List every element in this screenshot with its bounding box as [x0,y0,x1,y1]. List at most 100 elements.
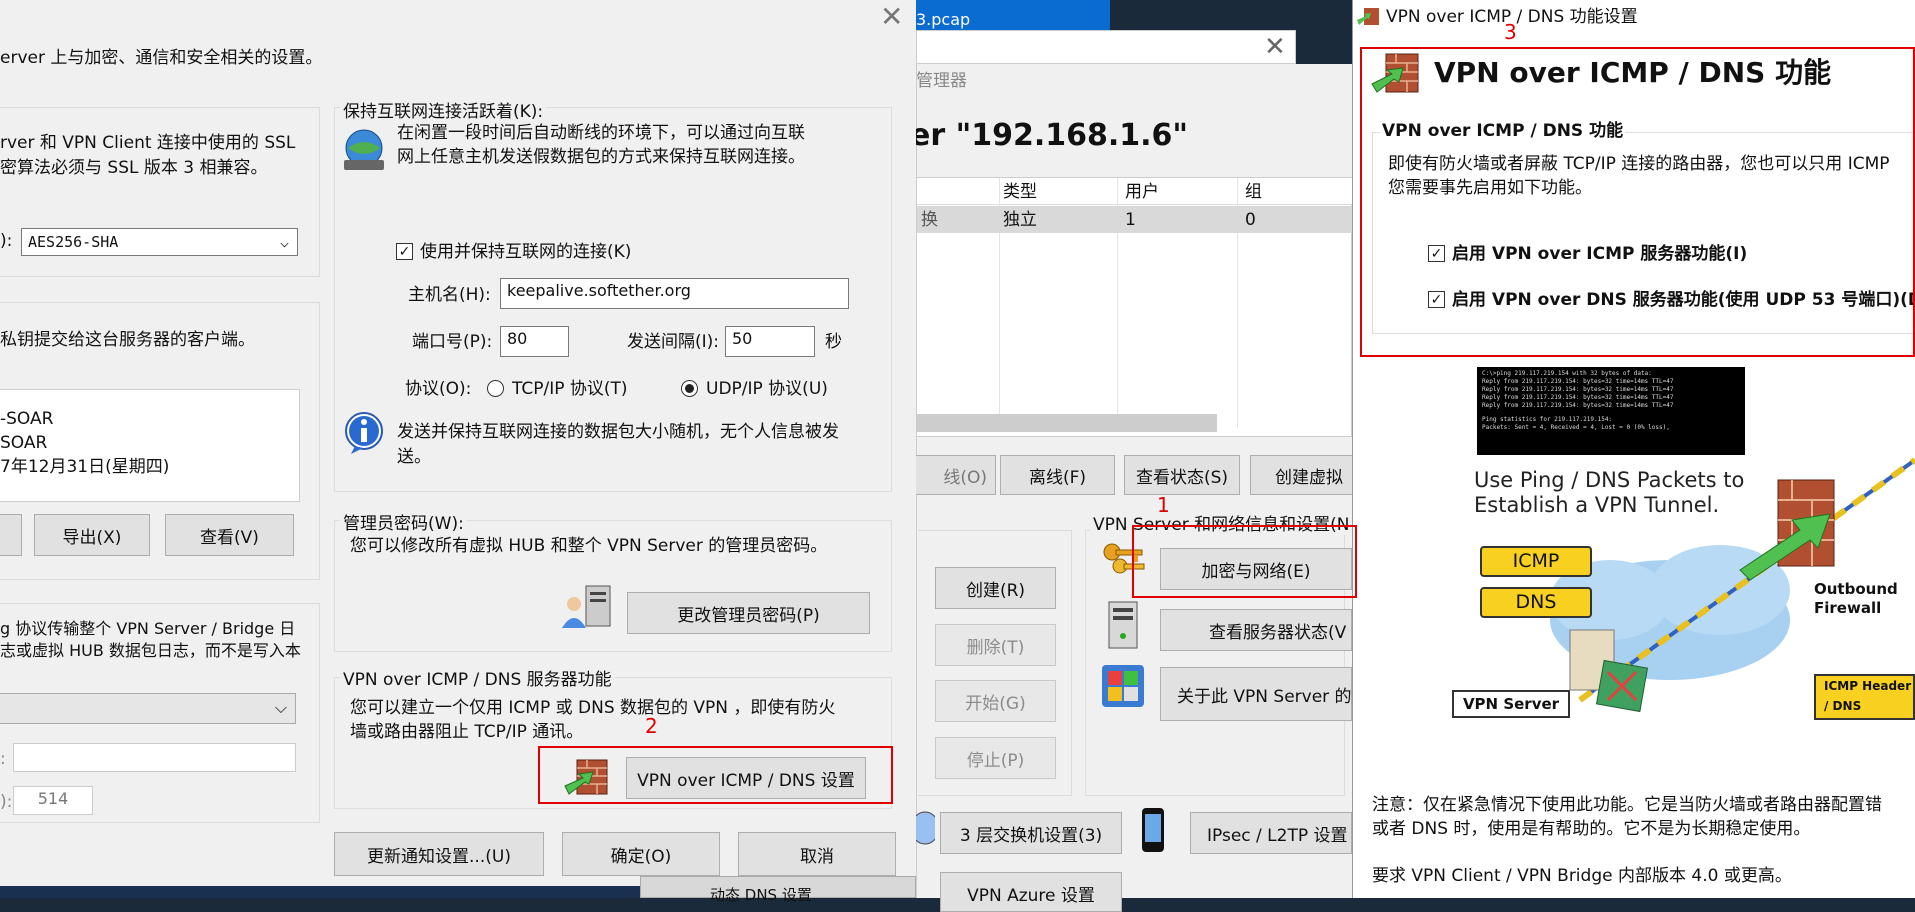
keepalive-protocol-label: 协议(O): [405,379,472,399]
keepalive-interval-input[interactable]: 50 [725,326,815,357]
delete-button[interactable]: 删除(T) [935,624,1056,666]
pcap-tab-title: 3.pcap [916,10,971,29]
create-virtual-button[interactable]: 创建虚拟 [1250,455,1360,495]
about-server-icon [1100,663,1146,709]
dynamic-dns-label[interactable]: 动态 DNS 设置 [710,884,812,906]
terminal-line-1: C:\>ping 219.117.219.154 with 32 bytes o… [1482,370,1652,377]
syslog-port-value: 514 [37,789,69,808]
row-type: 独立 [1003,210,1037,230]
cert-line-1: -SOAR [0,409,54,429]
keepalive-desc-2: 网上任意主机发送假数据包的方式来保持互联网连接。 [397,147,805,167]
tcp-radio-label[interactable]: TCP/IP 协议(T) [512,378,628,400]
globe-network-icon [340,126,388,174]
col-groups-header[interactable]: 组 [1245,181,1262,203]
col-users-header[interactable]: 用户 [1125,181,1159,203]
annotation-number-2: 2 [645,714,658,738]
syslog-port-input[interactable]: 514 [13,786,93,815]
view-cert-button[interactable]: 查看(V) [165,514,294,556]
keepalive-port-label: 端口号(P): [412,332,493,352]
firewall-label-1: Outbound [1814,580,1898,598]
keepalive-desc-1: 在闲置一段时间后自动断线的环境下，可以通过向互联 [397,123,805,143]
bg-dialog-titlebar [916,30,1296,64]
info-icon [341,410,387,456]
keepalive-checkbox-label[interactable]: 使用并保持互联网的连接(K) [420,241,631,263]
vpn-azure-button[interactable]: VPN Azure 设置 [940,872,1122,912]
icmp-note-1: 注意：仅在紧急情况下使用此功能。它是当防火墙或者路由器配置错 [1372,795,1882,815]
export-button[interactable]: 导出(X) [34,514,150,556]
syslog-host-input[interactable] [13,743,296,772]
annotation-box-1 [1132,525,1357,598]
admin-password-desc: 您可以修改所有虚拟 HUB 和整个 VPN Server 的管理员密码。 [350,536,828,556]
udp-radio-label[interactable]: UDP/IP 协议(U) [706,378,828,400]
dialog-title-icon [1356,6,1380,28]
keepalive-port-input[interactable]: 80 [500,326,569,357]
syslog-host-label: : [0,749,6,769]
l3-switch-button[interactable]: 3 层交换机设置(3) [940,812,1122,854]
keepalive-checkbox[interactable]: ✓ [396,243,413,260]
cipher-select[interactable]: AES256-SHA ⌵ [21,228,298,256]
annotation-box-2 [538,746,893,804]
ssl-desc-2: 密算法必须与 SSL 版本 3 相兼容。 [0,158,268,178]
phone-icon [1140,806,1166,854]
dialog-close-icon[interactable]: ✕ [880,0,903,33]
cipher-label: ): [0,231,13,251]
table-row[interactable]: 换 独立 1 0 [917,206,1353,233]
offline-button[interactable]: 离线(F) [1000,455,1115,495]
cancel-button[interactable]: 取消 [738,832,896,876]
syslog-mode-select[interactable]: ⌵ [0,693,296,724]
bg-dialog-close-icon[interactable]: ✕ [1264,32,1286,62]
about-server-button[interactable]: 关于此 VPN Server 的 [1160,667,1352,721]
udp-radio[interactable] [681,380,698,397]
change-admin-password-button[interactable]: 更改管理员密码(P) [627,592,870,634]
row-users: 1 [1125,210,1136,230]
annotation-box-3 [1360,47,1915,357]
keepalive-host-label: 主机名(H): [408,285,491,305]
annotation-number-3: 3 [1504,20,1517,44]
admin-password-group-title: 管理员密码(W): [340,509,467,534]
dns-tag: DNS [1480,587,1592,618]
keepalive-host-input[interactable]: keepalive.softether.org [500,278,849,309]
ok-button[interactable]: 确定(O) [562,832,720,876]
dialog-intro: erver 上与加密、通信和安全相关的设置。 [0,48,323,68]
keepalive-host-value: keepalive.softether.org [507,281,691,300]
create-button[interactable]: 创建(R) [935,567,1056,609]
ssl-desc-1: rver 和 VPN Client 连接中使用的 SSL [0,133,296,153]
terminal-line-4: Reply from 219.117.219.154: bytes=32 tim… [1482,394,1674,401]
row-col0: 换 [921,210,938,230]
vpn-icmp-desc-2: 墙或路由器阻止 TCP/IP 通讯。 [350,722,584,742]
keepalive-info-1: 发送并保持互联网连接的数据包大小随机，无个人信息被发 [397,422,839,442]
vpn-server-label: VPN Server [1452,690,1570,718]
cert-line-3: 7年12月31日(星期四) [0,457,170,477]
icmp-tag: ICMP [1480,546,1592,577]
tcp-radio[interactable] [487,380,504,397]
vpn-icmp-group-title: VPN over ICMP / DNS 服务器功能 [340,665,615,690]
keepalive-interval-label: 发送间隔(I): [627,332,720,352]
start-button[interactable]: 开始(G) [935,680,1056,722]
row-groups: 0 [1245,210,1256,230]
syslog-desc-1: g 协议传输整个 VPN Server / Bridge 日 [0,619,296,638]
update-notification-button[interactable]: 更新通知设置...(U) [334,832,544,876]
keepalive-group-title: 保持互联网连接活跃着(K): [340,97,547,122]
stop-button[interactable]: 停止(P) [935,737,1056,779]
cert-desc: 私钥提交给这台服务器的客户端。 [0,330,255,350]
annotation-number-1: 1 [1157,493,1170,517]
server-status-icon [1103,600,1143,650]
chevron-down-icon: ⌵ [274,698,287,717]
vpn-icmp-desc-1: 您可以建立一个仅用 ICMP 或 DNS 数据包的 VPN ，即使有防火 [350,698,836,718]
ipsec-button[interactable]: IPsec / L2TP 设置 [1190,812,1352,854]
status-button[interactable]: 查看状态(S) [1124,455,1240,495]
syslog-desc-2: 志或虚拟 HUB 数据包日志，而不是写入本 [0,641,301,660]
cipher-value: AES256-SHA [28,233,119,251]
keepalive-interval-value: 50 [732,329,753,348]
keepalive-interval-unit: 秒 [825,332,842,352]
syslog-port-label: ): [0,792,13,812]
col-type-header[interactable]: 类型 [1003,181,1037,203]
table-hscrollbar[interactable] [917,414,1217,432]
hub-table[interactable]: 类型 用户 组 换 独立 1 0 [916,177,1353,437]
admin-user-icon [560,584,614,630]
server-title: er "192.168.1.6" [910,118,1189,153]
terminal-line-3: Reply from 219.117.219.154: bytes=32 tim… [1482,386,1674,393]
icmp-requirement: 要求 VPN Client / VPN Bridge 内部版本 4.0 或更高。 [1372,866,1792,886]
import-button[interactable] [0,514,22,556]
view-server-status-button[interactable]: 查看服务器状态(V [1160,609,1352,651]
